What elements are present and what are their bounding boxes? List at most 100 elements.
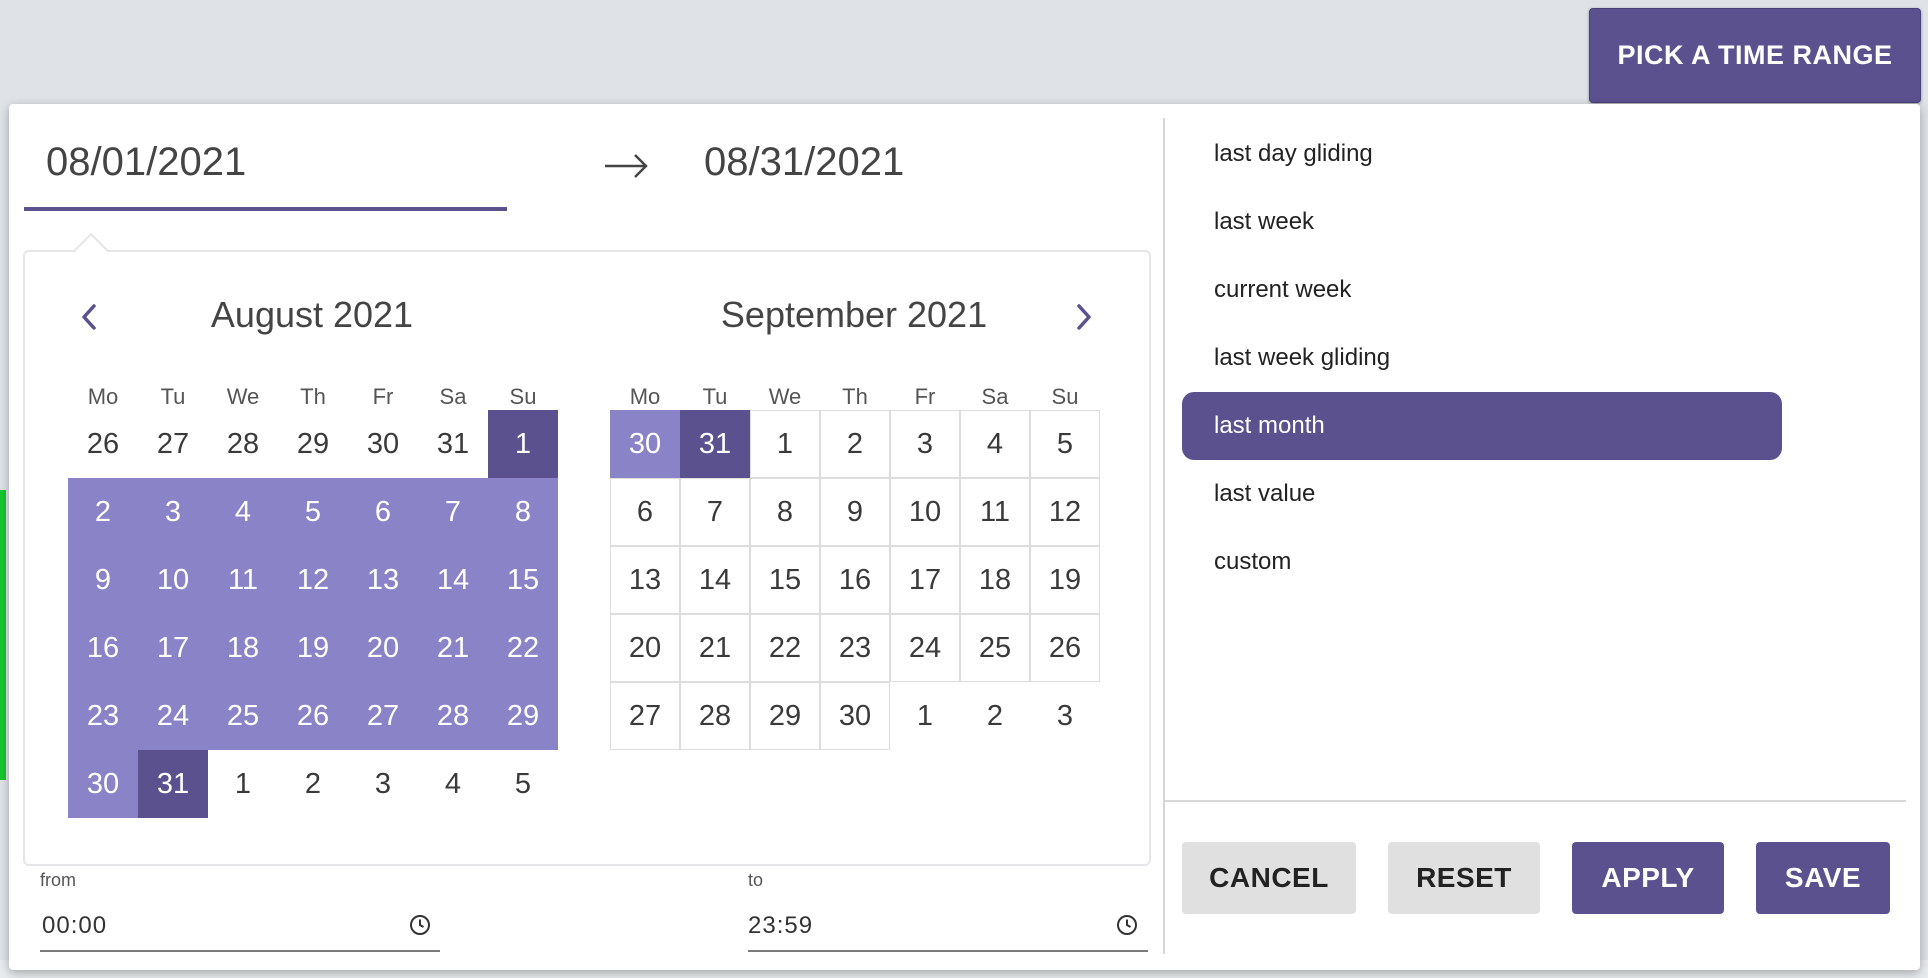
- calendar-day[interactable]: 26: [1030, 614, 1100, 682]
- weekday-label: Su: [509, 384, 537, 409]
- calendar-day[interactable]: 14: [680, 546, 750, 614]
- clock-icon[interactable]: [1115, 913, 1139, 937]
- time-from-input[interactable]: 00:00: [42, 912, 107, 940]
- calendar-day[interactable]: 31: [138, 750, 208, 818]
- calendar-day[interactable]: 26: [68, 410, 138, 478]
- calendar-day[interactable]: 28: [208, 410, 278, 478]
- calendar-day[interactable]: 22: [750, 614, 820, 682]
- calendar-day[interactable]: 26: [278, 682, 348, 750]
- apply-button[interactable]: APPLY: [1572, 842, 1724, 914]
- calendar-day[interactable]: 8: [488, 478, 558, 546]
- month-grid-august: 26 27 28 29 30 31 1 2 3 4 5 6 7 8 9 10 11 12 13 14 15 16 17 18 1…: [68, 410, 558, 818]
- calendar-day[interactable]: 29: [488, 682, 558, 750]
- calendar-day[interactable]: 3: [890, 410, 960, 478]
- calendar-day[interactable]: 31: [418, 410, 488, 478]
- end-date-input[interactable]: 08/31/2021: [704, 140, 904, 185]
- calendar-day[interactable]: 24: [890, 614, 960, 682]
- cancel-button[interactable]: CANCEL: [1182, 842, 1356, 914]
- pick-time-range-button[interactable]: PICK A TIME RANGE: [1589, 8, 1921, 103]
- calendar-day[interactable]: 15: [488, 546, 558, 614]
- preset-last-week[interactable]: last week: [1214, 208, 1314, 236]
- calendar-day[interactable]: 22: [488, 614, 558, 682]
- calendar-day[interactable]: 21: [680, 614, 750, 682]
- calendar-day[interactable]: 30: [610, 410, 680, 478]
- preset-custom[interactable]: custom: [1214, 548, 1291, 576]
- calendar-day[interactable]: 16: [68, 614, 138, 682]
- clock-icon[interactable]: [408, 913, 432, 937]
- calendar-day[interactable]: 27: [348, 682, 418, 750]
- calendar-day[interactable]: 12: [278, 546, 348, 614]
- calendar-day[interactable]: 1: [208, 750, 278, 818]
- calendar-day[interactable]: 1: [488, 410, 558, 478]
- calendar-day[interactable]: 4: [418, 750, 488, 818]
- calendar-day[interactable]: 23: [820, 614, 890, 682]
- calendar-day[interactable]: 25: [208, 682, 278, 750]
- calendar-day[interactable]: 19: [278, 614, 348, 682]
- calendar-day[interactable]: 2: [960, 682, 1030, 750]
- preset-last-day-gliding[interactable]: last day gliding: [1214, 140, 1373, 168]
- time-to-input[interactable]: 23:59: [748, 912, 813, 940]
- calendar-day[interactable]: 4: [208, 478, 278, 546]
- calendar-day[interactable]: 6: [610, 478, 680, 546]
- calendar-day[interactable]: 3: [138, 478, 208, 546]
- calendar-day[interactable]: 1: [750, 410, 820, 478]
- weekday-label: Sa: [981, 384, 1009, 409]
- calendar-day[interactable]: 25: [960, 614, 1030, 682]
- weekday-header: Mo Tu We Th Fr Sa Su: [610, 384, 1100, 410]
- calendar-day[interactable]: 31: [680, 410, 750, 478]
- calendar-day[interactable]: 18: [960, 546, 1030, 614]
- calendar-day[interactable]: 20: [348, 614, 418, 682]
- calendar-day[interactable]: 10: [890, 478, 960, 546]
- start-date-input[interactable]: 08/01/2021: [46, 140, 246, 185]
- calendar-day[interactable]: 15: [750, 546, 820, 614]
- calendar-day[interactable]: 2: [278, 750, 348, 818]
- calendar-day[interactable]: 7: [680, 478, 750, 546]
- calendar-day[interactable]: 30: [348, 410, 418, 478]
- calendar-day[interactable]: 8: [750, 478, 820, 546]
- calendar-day[interactable]: 11: [208, 546, 278, 614]
- calendar-day[interactable]: 3: [1030, 682, 1100, 750]
- calendar-day[interactable]: 28: [418, 682, 488, 750]
- calendar-day[interactable]: 5: [278, 478, 348, 546]
- preset-last-week-gliding[interactable]: last week gliding: [1214, 344, 1390, 372]
- calendar-day[interactable]: 16: [820, 546, 890, 614]
- calendar-day[interactable]: 18: [208, 614, 278, 682]
- calendar-day[interactable]: 2: [820, 410, 890, 478]
- calendar-day[interactable]: 12: [1030, 478, 1100, 546]
- calendar-day[interactable]: 3: [348, 750, 418, 818]
- calendar-day[interactable]: 27: [610, 682, 680, 750]
- calendar-day[interactable]: 13: [610, 546, 680, 614]
- calendar-day[interactable]: 13: [348, 546, 418, 614]
- month-grid-september: 30 31 1 2 3 4 5 6 7 8 9 10 11 12 13 14 15 16 17 18 19 20 21 22 2…: [610, 410, 1100, 750]
- calendar-day[interactable]: 20: [610, 614, 680, 682]
- calendar-day[interactable]: 14: [418, 546, 488, 614]
- calendar-day[interactable]: 17: [138, 614, 208, 682]
- calendar-day[interactable]: 9: [820, 478, 890, 546]
- calendar-day[interactable]: 17: [890, 546, 960, 614]
- calendar-day[interactable]: 4: [960, 410, 1030, 478]
- calendar-day[interactable]: 21: [418, 614, 488, 682]
- calendar-day[interactable]: 30: [820, 682, 890, 750]
- calendar-day[interactable]: 11: [960, 478, 1030, 546]
- calendar-day[interactable]: 30: [68, 750, 138, 818]
- calendar-day[interactable]: 10: [138, 546, 208, 614]
- calendar-day[interactable]: 29: [278, 410, 348, 478]
- calendar-day[interactable]: 5: [488, 750, 558, 818]
- reset-button[interactable]: RESET: [1388, 842, 1540, 914]
- calendar-day[interactable]: 27: [138, 410, 208, 478]
- calendar-day[interactable]: 28: [680, 682, 750, 750]
- calendar-day[interactable]: 19: [1030, 546, 1100, 614]
- save-button[interactable]: SAVE: [1756, 842, 1890, 914]
- calendar-day[interactable]: 9: [68, 546, 138, 614]
- preset-current-week[interactable]: current week: [1214, 276, 1351, 304]
- calendar-day[interactable]: 1: [890, 682, 960, 750]
- calendar-day[interactable]: 24: [138, 682, 208, 750]
- calendar-day[interactable]: 2: [68, 478, 138, 546]
- calendar-day[interactable]: 23: [68, 682, 138, 750]
- preset-last-value[interactable]: last value: [1214, 480, 1315, 508]
- preset-last-month[interactable]: last month: [1214, 412, 1325, 440]
- calendar-day[interactable]: 7: [418, 478, 488, 546]
- calendar-day[interactable]: 29: [750, 682, 820, 750]
- calendar-day[interactable]: 5: [1030, 410, 1100, 478]
- calendar-day[interactable]: 6: [348, 478, 418, 546]
